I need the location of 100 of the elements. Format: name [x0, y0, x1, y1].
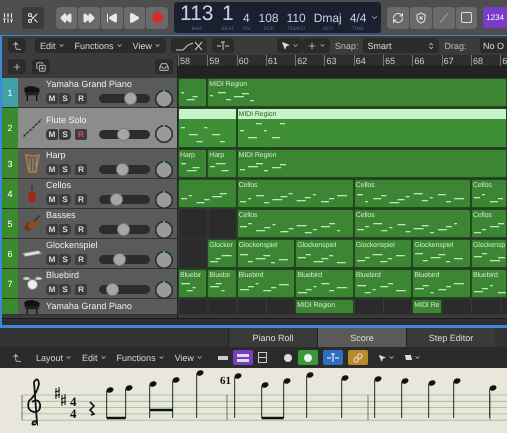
fast-forward-button[interactable]: [78, 6, 100, 28]
slider-thumb[interactable]: [113, 253, 126, 266]
menu-button[interactable]: Layout: [31, 350, 78, 365]
track-header[interactable]: 1 Yamaha Grand Piano M S R: [2, 78, 177, 108]
slider-thumb[interactable]: [116, 163, 129, 176]
add-track-button[interactable]: [8, 59, 26, 74]
menu-button[interactable]: Edit: [35, 38, 70, 53]
volume-slider[interactable]: [99, 195, 150, 204]
mute-button[interactable]: M: [46, 128, 58, 140]
record-enable-button[interactable]: R: [75, 254, 87, 265]
crosshair-tool-button[interactable]: [302, 38, 330, 53]
record-enable-button[interactable]: R: [75, 194, 87, 205]
cycle-icon: [392, 12, 404, 24]
bar-number: 67: [442, 55, 471, 66]
solo-button[interactable]: S: [59, 254, 71, 265]
midi-out-button[interactable]: [298, 350, 318, 365]
skip-back-button[interactable]: [100, 6, 123, 28]
arrow-up-icon: [12, 40, 22, 50]
scissors-button[interactable]: [22, 6, 44, 28]
solo-button[interactable]: S: [59, 194, 71, 205]
pan-knob[interactable]: [154, 124, 174, 144]
pointer-tool-button[interactable]: [276, 38, 303, 53]
volume-slider[interactable]: [99, 285, 150, 294]
link-button[interactable]: [348, 350, 368, 365]
drag-select[interactable]: No O: [480, 38, 507, 53]
menu-button[interactable]: View: [128, 38, 166, 53]
play-button[interactable]: [124, 6, 146, 28]
snap-select[interactable]: Smart: [363, 38, 440, 53]
catch-button[interactable]: [212, 38, 234, 53]
solo-button[interactable]: S: [59, 93, 71, 104]
track-header[interactable]: 3 Harp M S R: [2, 149, 177, 179]
wrap-view-button[interactable]: [232, 350, 253, 365]
record-icon: [152, 12, 163, 23]
mute-button[interactable]: M: [46, 224, 58, 235]
solo-mode-button[interactable]: [456, 6, 478, 28]
pan-knob[interactable]: [154, 250, 174, 268]
pan-knob[interactable]: [154, 220, 174, 238]
midi-region[interactable]: [178, 108, 237, 148]
slider-thumb[interactable]: [116, 223, 130, 236]
editor-tab[interactable]: Score: [317, 328, 406, 347]
solo-button[interactable]: S: [59, 284, 71, 295]
pan-knob[interactable]: [154, 280, 174, 298]
slider-thumb[interactable]: [106, 283, 119, 296]
count-in-badge[interactable]: 1234: [483, 7, 507, 28]
record-enable-button[interactable]: R: [75, 224, 87, 235]
pan-knob[interactable]: [154, 160, 174, 178]
mute-button[interactable]: M: [46, 284, 58, 295]
fast-forward-icon: [83, 12, 96, 24]
midi-region[interactable]: [178, 179, 237, 208]
track-header[interactable]: 4 Cellos M S R: [2, 179, 177, 209]
duplicate-track-button[interactable]: [32, 59, 50, 74]
midi-region[interactable]: [178, 78, 208, 107]
mute-button[interactable]: M: [46, 164, 58, 175]
mute-button[interactable]: M: [46, 254, 58, 265]
piano-icon: [23, 84, 41, 100]
automation-button[interactable]: [170, 38, 207, 53]
track-header[interactable]: Yamaha Grand Piano: [2, 299, 177, 315]
cycle-button[interactable]: [387, 6, 410, 28]
volume-slider[interactable]: [99, 94, 150, 103]
record-enable-button[interactable]: R: [75, 164, 87, 175]
track-header[interactable]: 6 Glockenspiel M S R: [2, 239, 177, 269]
slider-thumb[interactable]: [116, 128, 130, 140]
editor-tab[interactable]: Step Editor: [406, 328, 495, 347]
replace-button[interactable]: [410, 6, 432, 28]
record-enable-button[interactable]: R: [75, 93, 87, 104]
lcd-value: 110: [286, 12, 306, 24]
pan-knob[interactable]: [154, 88, 174, 107]
volume-slider[interactable]: [99, 130, 150, 138]
volume-slider[interactable]: [99, 225, 150, 234]
violins-icon: [23, 215, 41, 232]
solo-button[interactable]: S: [59, 224, 71, 235]
volume-slider[interactable]: [99, 255, 150, 264]
glockenspiel-icon: [22, 250, 42, 257]
tuner-button[interactable]: [432, 6, 455, 28]
lcd-value: 1: [222, 3, 234, 24]
rewind-button[interactable]: [56, 6, 78, 28]
pan-knob[interactable]: [154, 190, 174, 208]
horizontal-scrollbar[interactable]: [2, 318, 507, 325]
solo-button[interactable]: S: [59, 164, 71, 175]
catch-button[interactable]: [322, 350, 343, 365]
slider-thumb[interactable]: [110, 193, 123, 206]
menu-button[interactable]: View: [170, 350, 208, 365]
record-enable-button[interactable]: R: [75, 284, 87, 295]
volume-slider[interactable]: [99, 165, 150, 174]
inbox-button[interactable]: [155, 59, 173, 74]
back-button[interactable]: [8, 38, 26, 53]
bar-number: 68: [470, 55, 500, 66]
menu-button[interactable]: Functions: [112, 350, 170, 365]
track-header[interactable]: 2 Flute Solo M S R: [2, 108, 177, 149]
mute-button[interactable]: M: [46, 194, 58, 205]
solo-button[interactable]: S: [59, 128, 71, 140]
sliders-icon: [2, 12, 14, 24]
slider-thumb[interactable]: [124, 92, 137, 105]
track-header[interactable]: 5 Basses M S R: [2, 209, 177, 239]
editor-tab[interactable]: Piano Roll: [228, 328, 317, 347]
mute-button[interactable]: M: [46, 93, 58, 104]
menu-button[interactable]: Functions: [70, 38, 128, 53]
track-header[interactable]: 7 Bluebird M S R: [2, 269, 177, 299]
menu-button[interactable]: Edit: [77, 350, 112, 365]
track-number: 4: [2, 179, 18, 208]
